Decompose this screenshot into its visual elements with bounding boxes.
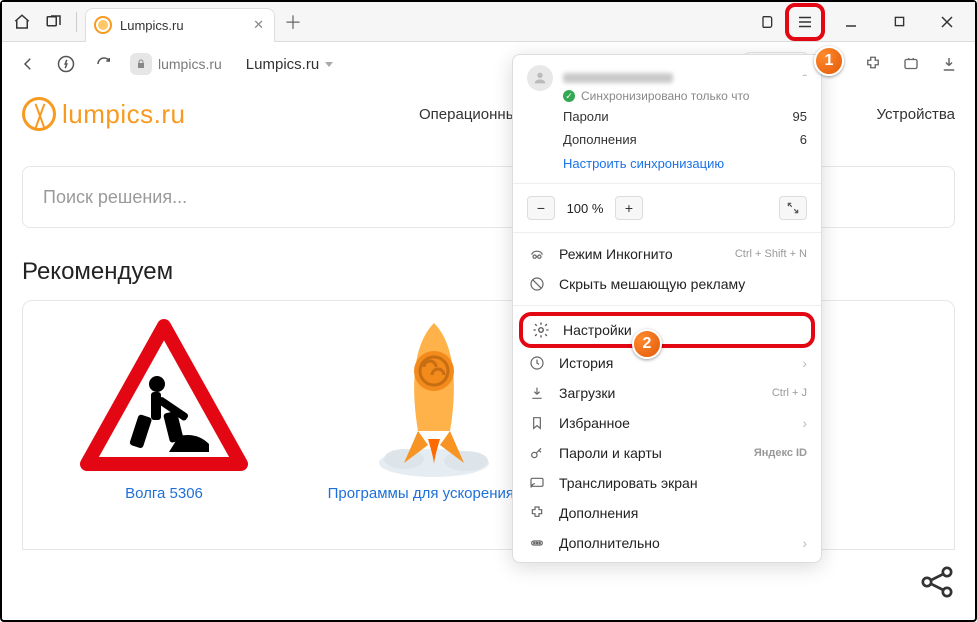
window-maximize-button[interactable] — [877, 3, 921, 41]
zoom-in-button[interactable]: + — [615, 196, 643, 220]
chevron-up-icon: ˆ — [802, 73, 807, 83]
menu-incognito-shortcut: Ctrl + Shift + N — [735, 248, 807, 260]
zoom-out-button[interactable]: − — [527, 196, 555, 220]
window-close-button[interactable] — [925, 3, 969, 41]
card-volga-image — [74, 313, 254, 483]
new-tab-button[interactable]: ＋ — [279, 8, 307, 36]
card-gameboost-image — [344, 313, 524, 483]
callout-1: 1 — [814, 46, 844, 76]
yandex-services-button[interactable] — [50, 48, 82, 80]
tab-overview-button[interactable] — [40, 8, 68, 36]
menu-incognito[interactable]: Режим Инкогнито Ctrl + Shift + N — [513, 239, 821, 269]
lock-icon — [130, 53, 152, 75]
puzzle-icon — [527, 505, 547, 521]
reload-button[interactable] — [88, 48, 120, 80]
callout-2: 2 — [632, 329, 662, 359]
account-name-blurred — [563, 73, 673, 83]
active-tab[interactable]: Lumpics.ru ✕ — [85, 8, 275, 42]
sync-status-text: Синхронизировано только что — [581, 89, 749, 103]
addon-icon[interactable] — [857, 48, 889, 80]
zoom-row: − 100 % + — [513, 190, 821, 226]
main-menu-dropdown: ˆ ✓ Синхронизировано только что Пароли 9… — [512, 54, 822, 563]
main-menu-button[interactable] — [791, 8, 819, 36]
search-placeholder: Поиск решения... — [43, 187, 187, 208]
tab-strip: Lumpics.ru ✕ ＋ — [2, 2, 975, 42]
sync-passwords-value: 95 — [793, 109, 807, 124]
card-volga[interactable]: Волга 5306 — [49, 313, 279, 537]
gear-icon — [531, 321, 551, 339]
menu-favorites-label: Избранное — [559, 415, 630, 431]
site-logo[interactable]: lumpics.ru — [22, 97, 185, 131]
menu-hide-ads[interactable]: Скрыть мешающую рекламу — [513, 269, 821, 299]
menu-downloads-shortcut: Ctrl + J — [772, 387, 807, 399]
menu-downloads-label: Загрузки — [559, 385, 615, 401]
sync-addons-row[interactable]: Дополнения 6 — [513, 128, 821, 151]
chevron-right-icon: › — [802, 355, 807, 371]
menu-addons[interactable]: Дополнения — [513, 498, 821, 528]
sync-addons-value: 6 — [800, 132, 807, 147]
menu-downloads[interactable]: Загрузки Ctrl + J — [513, 378, 821, 408]
site-dropdown-label: Lumpics.ru — [246, 56, 319, 73]
menu-more[interactable]: Дополнительно › — [513, 528, 821, 558]
yandex-id-badge: Яндекс ID — [754, 447, 807, 459]
extensions-icon[interactable] — [895, 48, 927, 80]
history-icon — [527, 355, 547, 371]
fullscreen-button[interactable] — [779, 196, 807, 220]
menu-addons-label: Дополнения — [559, 505, 638, 521]
card-gameboost-caption: Программы для ускорения игр — [328, 483, 541, 506]
menu-history[interactable]: История › — [513, 348, 821, 378]
chevron-right-icon: › — [802, 415, 807, 431]
nav-back-button[interactable] — [12, 48, 44, 80]
site-dropdown[interactable]: Lumpics.ru — [246, 56, 333, 73]
bookmark-icon — [527, 415, 547, 431]
menu-hide-ads-label: Скрыть мешающую рекламу — [559, 276, 745, 292]
sync-passwords-row[interactable]: Пароли 95 — [513, 105, 821, 128]
sync-account-row[interactable]: ˆ — [527, 65, 807, 91]
menu-incognito-label: Режим Инкогнито — [559, 246, 673, 262]
more-icon — [527, 535, 547, 551]
menu-settings-label: Настройки — [563, 322, 632, 338]
menu-history-label: История — [559, 355, 613, 371]
sidebar-toggle-button[interactable] — [753, 8, 781, 36]
hamburger-highlight — [785, 3, 825, 41]
avatar-icon — [527, 65, 553, 91]
sync-section: ˆ ✓ Синхронизировано только что — [513, 63, 821, 105]
site-logo-icon — [22, 97, 56, 131]
menu-passwords[interactable]: Пароли и карты Яндекс ID — [513, 438, 821, 468]
sync-settings-link[interactable]: Настроить синхронизацию — [513, 151, 821, 177]
downloads-button[interactable] — [933, 48, 965, 80]
cast-icon — [527, 475, 547, 491]
download-icon — [527, 385, 547, 401]
zoom-value: 100 % — [563, 201, 607, 216]
tab-separator — [76, 12, 77, 32]
nav-devices[interactable]: Устройства — [877, 106, 955, 123]
menu-favorites[interactable]: Избранное › — [513, 408, 821, 438]
incognito-icon — [527, 246, 547, 262]
block-icon — [527, 276, 547, 292]
menu-settings[interactable]: Настройки — [519, 312, 815, 348]
url-display[interactable]: lumpics.ru — [130, 53, 222, 75]
window-minimize-button[interactable] — [829, 3, 873, 41]
share-button[interactable] — [917, 562, 957, 602]
card-volga-caption: Волга 5306 — [125, 483, 203, 506]
key-icon — [527, 445, 547, 461]
tab-close-button[interactable]: ✕ — [253, 17, 264, 33]
sync-link-text: Настроить синхронизацию — [563, 156, 724, 171]
menu-more-label: Дополнительно — [559, 535, 660, 551]
home-button[interactable] — [8, 8, 36, 36]
lumpics-favicon — [94, 16, 112, 34]
sync-ok-icon: ✓ — [563, 90, 575, 102]
menu-cast-label: Транслировать экран — [559, 475, 698, 491]
sync-addons-label: Дополнения — [563, 132, 637, 147]
chevron-right-icon: › — [802, 535, 807, 551]
tab-title: Lumpics.ru — [120, 18, 245, 33]
page-content: lumpics.ru Операционные системы Устройст… — [2, 86, 975, 620]
menu-cast[interactable]: Транслировать экран — [513, 468, 821, 498]
menu-passwords-label: Пароли и карты — [559, 445, 662, 461]
url-host: lumpics.ru — [158, 56, 222, 72]
site-logo-text: lumpics.ru — [62, 99, 185, 130]
sync-passwords-label: Пароли — [563, 109, 609, 124]
